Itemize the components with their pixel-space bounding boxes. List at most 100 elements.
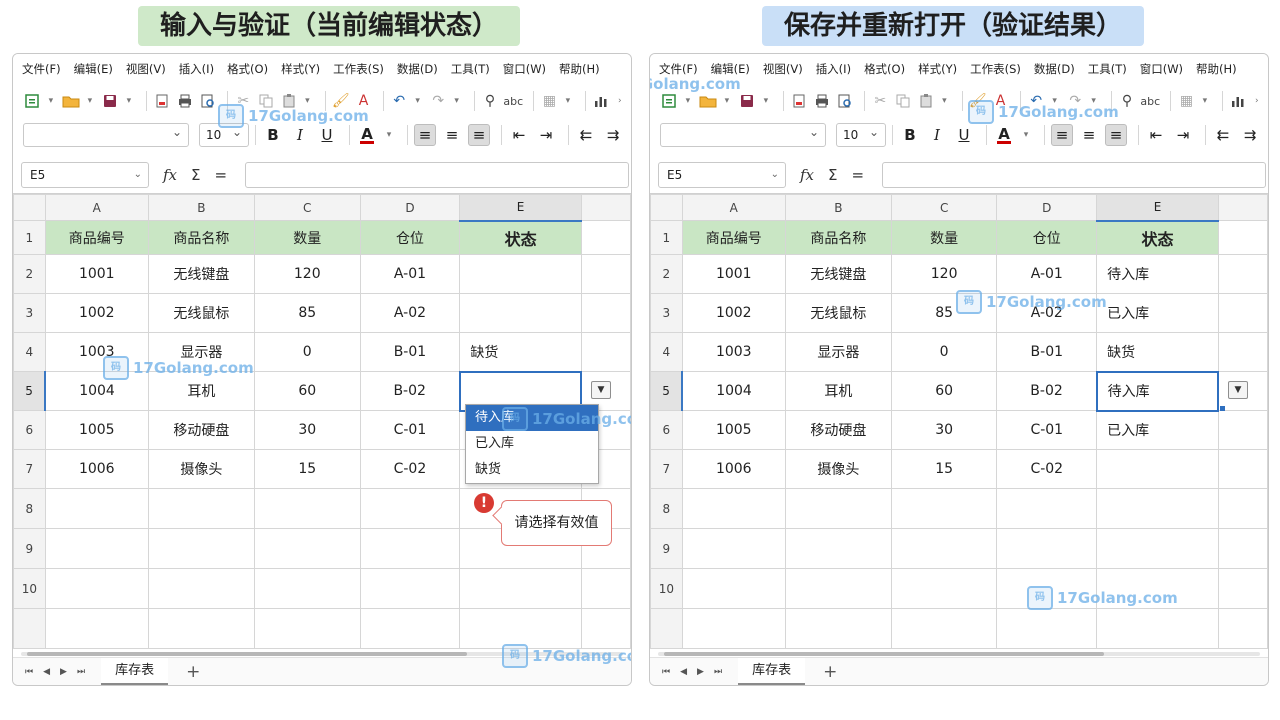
cell[interactable] [44, 568, 149, 609]
fill-handle[interactable] [1220, 406, 1225, 411]
chevron-down-icon[interactable]: ▾ [383, 124, 395, 146]
cell[interactable] [147, 568, 255, 609]
cell[interactable] [1217, 568, 1268, 609]
column-header-c[interactable]: C [253, 194, 361, 221]
cell[interactable]: 摄像头 [784, 449, 892, 489]
cell[interactable] [681, 488, 786, 529]
cell[interactable]: 显示器 [784, 332, 892, 372]
menu-window[interactable]: 窗口(W) [503, 61, 546, 77]
row-header[interactable]: 9 [13, 528, 46, 569]
align-center-icon[interactable]: ≡ [441, 124, 463, 146]
chevron-down-icon[interactable]: ▾ [1200, 90, 1210, 112]
indent-increase-icon[interactable]: ⇥ [535, 124, 557, 146]
preview-icon[interactable] [198, 90, 217, 112]
cut-icon[interactable]: ✂ [871, 90, 890, 112]
name-box[interactable]: E5 ⌄ [658, 162, 786, 188]
find-icon[interactable]: ⚲ [1118, 90, 1137, 112]
cell[interactable] [1217, 332, 1268, 372]
underline-button[interactable]: U [953, 124, 975, 146]
dropdown-option[interactable]: 已入库 [466, 431, 598, 457]
copy-icon[interactable] [894, 90, 913, 112]
align-center-icon[interactable]: ≡ [1078, 124, 1100, 146]
status-cell[interactable] [459, 293, 582, 333]
sheet-tab[interactable]: 库存表 [738, 657, 806, 685]
chevron-right-icon[interactable]: › [1252, 90, 1262, 112]
cell[interactable] [459, 608, 582, 649]
scrollbar-thumb[interactable] [664, 652, 1104, 656]
menu-sheet[interactable]: 工作表(S) [333, 61, 384, 77]
cell[interactable] [253, 528, 361, 569]
chevron-down-icon[interactable]: ▾ [413, 90, 423, 112]
borders-icon[interactable]: ▦ [1177, 90, 1196, 112]
cell[interactable] [1217, 410, 1268, 450]
validation-dropdown-button[interactable]: ▼ [1228, 381, 1248, 399]
cell[interactable] [580, 220, 631, 255]
header-cell-status[interactable]: 状态 [1096, 220, 1219, 255]
cell[interactable] [44, 608, 149, 649]
align-left-icon[interactable]: ≡ [1051, 124, 1073, 146]
cell[interactable]: 15 [890, 449, 998, 489]
first-sheet-icon[interactable]: ⏮ [662, 667, 670, 677]
chevron-down-icon[interactable]: ▾ [1020, 124, 1032, 146]
formula-input[interactable] [245, 162, 629, 188]
cell[interactable]: 85 [253, 293, 361, 333]
cell[interactable]: B-01 [359, 332, 461, 372]
font-name-box[interactable] [660, 121, 826, 147]
status-cell[interactable]: 缺货 [459, 332, 582, 372]
header-cell-status[interactable]: 状态 [459, 220, 582, 255]
cell[interactable] [580, 293, 631, 333]
cell[interactable] [890, 488, 998, 529]
cell[interactable] [1217, 488, 1268, 529]
find-icon[interactable]: ⚲ [481, 90, 500, 112]
row-header-selected[interactable]: 5 [13, 371, 47, 411]
chevron-down-icon[interactable]: ▾ [46, 90, 56, 112]
chevron-down-icon[interactable]: ▾ [939, 90, 949, 112]
status-cell[interactable]: 已入库 [1096, 410, 1219, 450]
chevron-down-icon[interactable]: ▾ [563, 90, 573, 112]
row-header[interactable]: 1 [650, 220, 683, 255]
cell[interactable]: 无线键盘 [147, 254, 255, 294]
select-all-corner[interactable] [650, 194, 683, 221]
font-color-button[interactable]: A [993, 124, 1015, 146]
chevron-down-icon[interactable]: ▾ [452, 90, 462, 112]
cell[interactable] [459, 568, 582, 609]
menu-format[interactable]: 格式(O) [864, 61, 905, 77]
paste-icon[interactable] [917, 90, 936, 112]
column-header-e[interactable]: E [1096, 194, 1219, 222]
add-sheet-button[interactable]: + [186, 662, 200, 682]
cell[interactable] [580, 254, 631, 294]
column-header-a[interactable]: A [44, 194, 149, 221]
cell[interactable] [359, 608, 461, 649]
font-size-box[interactable]: 10 [836, 121, 886, 147]
cell[interactable]: B-01 [996, 332, 1098, 372]
wrap-right-icon[interactable]: ⇉ [1239, 124, 1261, 146]
cell[interactable] [1096, 488, 1219, 529]
cell[interactable]: 1001 [681, 254, 786, 294]
last-sheet-icon[interactable]: ⏭ [714, 667, 722, 677]
chevron-down-icon[interactable]: ▾ [124, 90, 134, 112]
cell[interactable] [580, 332, 631, 372]
scrollbar-thumb[interactable] [27, 652, 467, 656]
cell[interactable]: 1001 [44, 254, 149, 294]
column-header-d[interactable]: D [359, 194, 461, 221]
first-sheet-icon[interactable]: ⏮ [25, 667, 33, 677]
italic-button[interactable]: I [926, 124, 948, 146]
align-right-icon[interactable]: ≡ [1105, 124, 1127, 146]
row-header[interactable]: 3 [13, 293, 46, 333]
equals-icon[interactable]: = [852, 166, 865, 184]
row-header-selected[interactable]: 5 [650, 371, 684, 411]
column-header-e[interactable]: E [459, 194, 582, 222]
prev-sheet-icon[interactable]: ◀ [43, 667, 50, 677]
spell-check-icon[interactable]: abc [1140, 90, 1160, 112]
select-all-corner[interactable] [13, 194, 46, 221]
row-header[interactable]: 3 [650, 293, 683, 333]
function-wizard-icon[interactable]: fx [800, 166, 814, 184]
cell[interactable]: 1004 [681, 371, 786, 411]
column-header-c[interactable]: C [890, 194, 998, 221]
menu-sheet[interactable]: 工作表(S) [970, 61, 1021, 77]
dropdown-option[interactable]: 缺货 [466, 457, 598, 483]
chevron-down-icon[interactable]: ⌄ [134, 163, 142, 187]
validation-dropdown-button[interactable]: ▼ [591, 381, 611, 399]
cell[interactable] [996, 608, 1098, 649]
cell[interactable] [359, 488, 461, 529]
